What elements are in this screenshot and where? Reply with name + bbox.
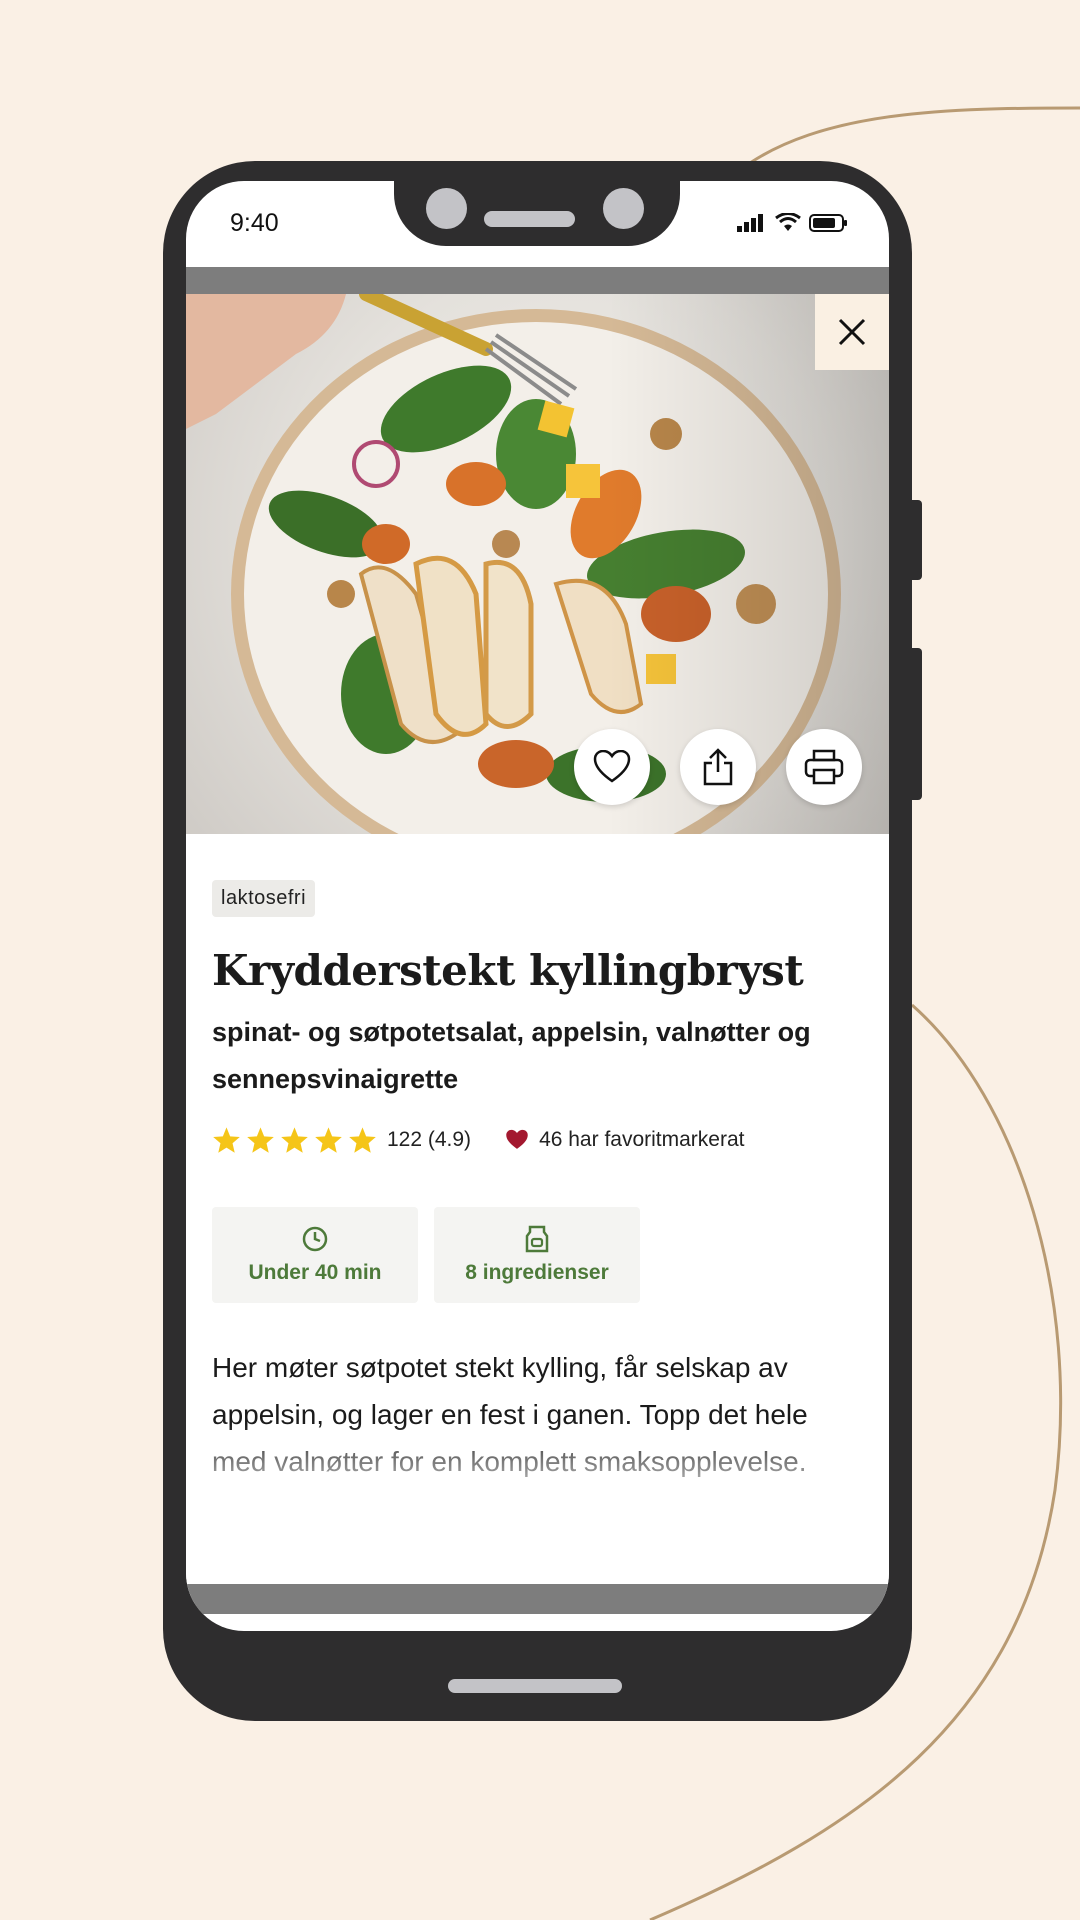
star-icon <box>349 1127 376 1153</box>
rating-count: 122 (4.9) <box>387 1128 472 1151</box>
bag-icon <box>525 1225 549 1253</box>
printer-icon <box>804 749 844 785</box>
favorites-text: 46 har favoritmarkerat <box>539 1128 745 1151</box>
close-button[interactable] <box>815 294 889 370</box>
battery-icon <box>809 214 847 232</box>
home-indicator[interactable] <box>448 1679 622 1693</box>
recipe-details: laktosefri Krydderstekt kyllingbryst spi… <box>186 834 889 1604</box>
speaker <box>484 211 575 227</box>
recipe-subtitle: spinat- og søtpotetsalat, appelsin, valn… <box>212 1017 811 1094</box>
diet-tag: laktosefri <box>212 880 316 917</box>
status-time: 9:40 <box>230 209 279 237</box>
description-fade <box>186 1424 889 1544</box>
sheet-backdrop-top <box>186 267 889 294</box>
rating-row: 122 (4.9) 46 har favoritmarkerat <box>212 1126 744 1154</box>
favorites-count: 46 har favoritmarkerat <box>505 1128 744 1152</box>
signal-icon <box>737 214 763 232</box>
share-button[interactable] <box>680 729 756 805</box>
heart-icon <box>593 750 631 783</box>
phone-notch <box>394 181 680 246</box>
favorite-button[interactable] <box>574 729 650 805</box>
wifi-icon <box>775 213 801 231</box>
phone-screen: 9:40 laktosefri Krydderstekt kyllingbrys… <box>186 181 889 1631</box>
star-icon <box>281 1127 308 1153</box>
sheet-backdrop-bottom <box>186 1584 889 1614</box>
rating-stars[interactable] <box>212 1126 377 1154</box>
cooking-time-label: Under 40 min <box>248 1261 382 1284</box>
cooking-time-box: Under 40 min <box>212 1207 418 1303</box>
star-icon <box>315 1127 342 1153</box>
recipe-title: Krydderstekt kyllingbryst <box>212 946 804 995</box>
status-icons <box>737 213 849 233</box>
close-icon <box>838 318 866 346</box>
heart-filled-icon <box>506 1129 528 1149</box>
ingredients-box[interactable]: 8 ingredienser <box>434 1207 640 1303</box>
share-icon <box>703 748 733 786</box>
ingredients-label: 8 ingredienser <box>465 1261 609 1284</box>
recipe-image <box>186 294 889 834</box>
camera-right <box>603 188 644 229</box>
print-button[interactable] <box>786 729 862 805</box>
star-icon <box>247 1127 274 1153</box>
camera-left <box>426 188 467 229</box>
star-icon <box>213 1127 240 1153</box>
clock-icon <box>302 1226 328 1252</box>
